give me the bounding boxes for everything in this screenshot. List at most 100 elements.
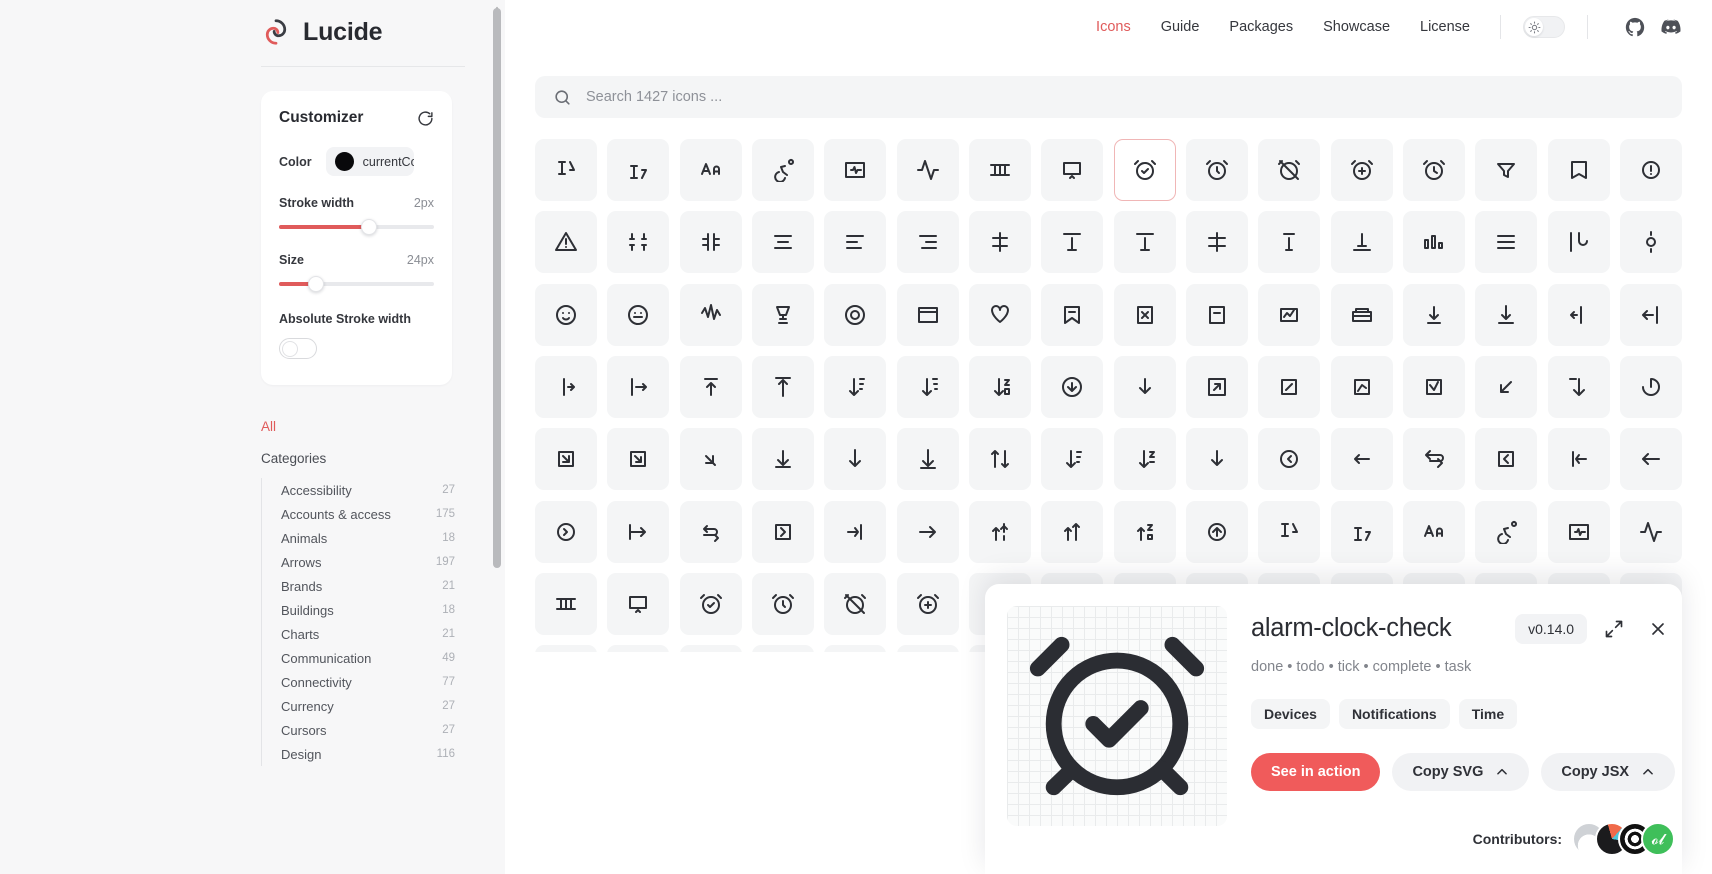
sidebar-category-accounts-access[interactable]: Accounts & access 175 bbox=[262, 502, 465, 526]
icon-cell[interactable] bbox=[607, 573, 670, 635]
icon-cell[interactable] bbox=[1186, 211, 1248, 274]
icon-cell[interactable] bbox=[1041, 356, 1104, 418]
icon-cell[interactable] bbox=[1041, 283, 1104, 346]
icon-cell[interactable] bbox=[752, 645, 814, 652]
icon-cell[interactable] bbox=[1258, 500, 1321, 563]
icon-cell[interactable] bbox=[535, 356, 597, 418]
icon-cell[interactable] bbox=[752, 283, 814, 346]
slider-knob[interactable] bbox=[308, 276, 325, 292]
icon-cell[interactable] bbox=[824, 573, 887, 635]
size-slider[interactable] bbox=[279, 276, 434, 292]
icon-cell[interactable] bbox=[535, 211, 597, 274]
sidebar-category-design[interactable]: Design 116 bbox=[262, 742, 465, 766]
sidebar-category-cursors[interactable]: Cursors 27 bbox=[262, 718, 465, 742]
sidebar-category-buildings[interactable]: Buildings 18 bbox=[262, 598, 465, 622]
icon-cell[interactable] bbox=[1547, 500, 1610, 563]
icon-cell[interactable] bbox=[1113, 283, 1176, 346]
copy-jsx-button[interactable]: Copy JSX bbox=[1541, 753, 1676, 791]
icon-cell[interactable] bbox=[1547, 356, 1610, 418]
icon-cell[interactable] bbox=[1330, 428, 1393, 491]
icon-cell[interactable] bbox=[1403, 211, 1465, 274]
slider-knob[interactable] bbox=[360, 219, 377, 235]
icon-cell[interactable] bbox=[679, 645, 742, 652]
icon-cell[interactable] bbox=[969, 356, 1031, 418]
discord-icon[interactable] bbox=[1660, 16, 1682, 38]
icon-cell[interactable] bbox=[679, 356, 742, 418]
icon-cell[interactable] bbox=[896, 139, 959, 201]
icon-cell[interactable] bbox=[824, 428, 887, 491]
icon-cell[interactable] bbox=[535, 428, 597, 491]
icon-cell[interactable] bbox=[1113, 500, 1176, 563]
icon-cell[interactable] bbox=[896, 283, 959, 346]
icon-cell[interactable] bbox=[896, 428, 959, 491]
icon-cell[interactable] bbox=[1620, 356, 1682, 418]
detail-category-time[interactable]: Time bbox=[1458, 699, 1518, 729]
github-icon[interactable] bbox=[1624, 16, 1646, 38]
color-swatch[interactable] bbox=[334, 152, 354, 171]
see-in-action-button[interactable]: See in action bbox=[1251, 753, 1381, 791]
copy-svg-button[interactable]: Copy SVG bbox=[1392, 753, 1530, 791]
refresh-icon[interactable] bbox=[417, 110, 434, 127]
icon-cell[interactable] bbox=[752, 356, 814, 418]
nav-link-license[interactable]: License bbox=[1420, 19, 1470, 35]
icon-cell[interactable] bbox=[896, 500, 959, 563]
filter-all[interactable]: All bbox=[261, 419, 465, 434]
sidebar-category-connectivity[interactable]: Connectivity 77 bbox=[262, 670, 465, 694]
icon-cell[interactable] bbox=[896, 211, 959, 274]
icon-cell[interactable] bbox=[752, 500, 814, 563]
icon-cell[interactable] bbox=[1620, 428, 1682, 491]
icon-cell[interactable] bbox=[679, 428, 742, 491]
icon-cell[interactable] bbox=[969, 500, 1031, 563]
icon-cell[interactable] bbox=[1041, 428, 1104, 491]
icon-cell[interactable] bbox=[1113, 428, 1176, 491]
icon-cell[interactable] bbox=[824, 500, 887, 563]
nav-link-showcase[interactable]: Showcase bbox=[1323, 19, 1390, 35]
icon-cell[interactable] bbox=[1403, 428, 1465, 491]
icon-cell[interactable] bbox=[1186, 500, 1248, 563]
icon-cell[interactable] bbox=[1620, 211, 1682, 274]
icon-cell[interactable] bbox=[1113, 211, 1176, 274]
icon-cell[interactable] bbox=[1258, 283, 1321, 346]
icon-cell[interactable] bbox=[535, 573, 597, 635]
icon-cell[interactable] bbox=[1475, 500, 1538, 563]
icon-cell[interactable] bbox=[1330, 211, 1393, 274]
icon-cell[interactable] bbox=[1186, 139, 1248, 201]
icon-cell[interactable] bbox=[679, 500, 742, 563]
icon-cell[interactable] bbox=[1186, 356, 1248, 418]
close-icon[interactable] bbox=[1641, 612, 1675, 646]
icon-cell[interactable] bbox=[535, 500, 597, 563]
icon-cell[interactable] bbox=[752, 573, 814, 635]
nav-link-guide[interactable]: Guide bbox=[1161, 19, 1200, 35]
icon-cell[interactable] bbox=[607, 211, 670, 274]
icon-cell[interactable] bbox=[1403, 356, 1465, 418]
icon-cell[interactable] bbox=[824, 139, 887, 201]
icon-cell[interactable] bbox=[607, 500, 670, 563]
detail-category-devices[interactable]: Devices bbox=[1251, 699, 1330, 729]
icon-cell[interactable] bbox=[824, 645, 887, 652]
icon-cell[interactable] bbox=[1041, 211, 1104, 274]
icon-cell-selected[interactable] bbox=[1113, 139, 1176, 201]
icon-cell[interactable] bbox=[535, 283, 597, 346]
icon-cell[interactable] bbox=[1475, 356, 1538, 418]
icon-cell[interactable] bbox=[607, 283, 670, 346]
icon-cell[interactable] bbox=[535, 139, 597, 201]
icon-cell[interactable] bbox=[752, 428, 814, 491]
icon-cell[interactable] bbox=[1547, 428, 1610, 491]
icon-cell[interactable] bbox=[1475, 211, 1538, 274]
icon-cell[interactable] bbox=[1403, 139, 1465, 201]
sidebar-category-arrows[interactable]: Arrows 197 bbox=[262, 550, 465, 574]
icon-cell[interactable] bbox=[969, 428, 1031, 491]
contributor-avatars[interactable] bbox=[1572, 822, 1676, 856]
icon-cell[interactable] bbox=[896, 356, 959, 418]
icon-cell[interactable] bbox=[1620, 500, 1682, 563]
icon-cell[interactable] bbox=[1113, 356, 1176, 418]
icon-cell[interactable] bbox=[607, 645, 670, 652]
icon-cell[interactable] bbox=[1258, 211, 1321, 274]
sidebar-scrollbar[interactable] bbox=[493, 8, 501, 568]
absolute-stroke-toggle[interactable] bbox=[279, 338, 317, 359]
theme-toggle[interactable] bbox=[1523, 16, 1565, 38]
sidebar-category-accessibility[interactable]: Accessibility 27 bbox=[262, 478, 465, 502]
icon-cell[interactable] bbox=[1547, 283, 1610, 346]
chevron-up-icon[interactable] bbox=[1641, 765, 1655, 779]
icon-cell[interactable] bbox=[1330, 356, 1393, 418]
